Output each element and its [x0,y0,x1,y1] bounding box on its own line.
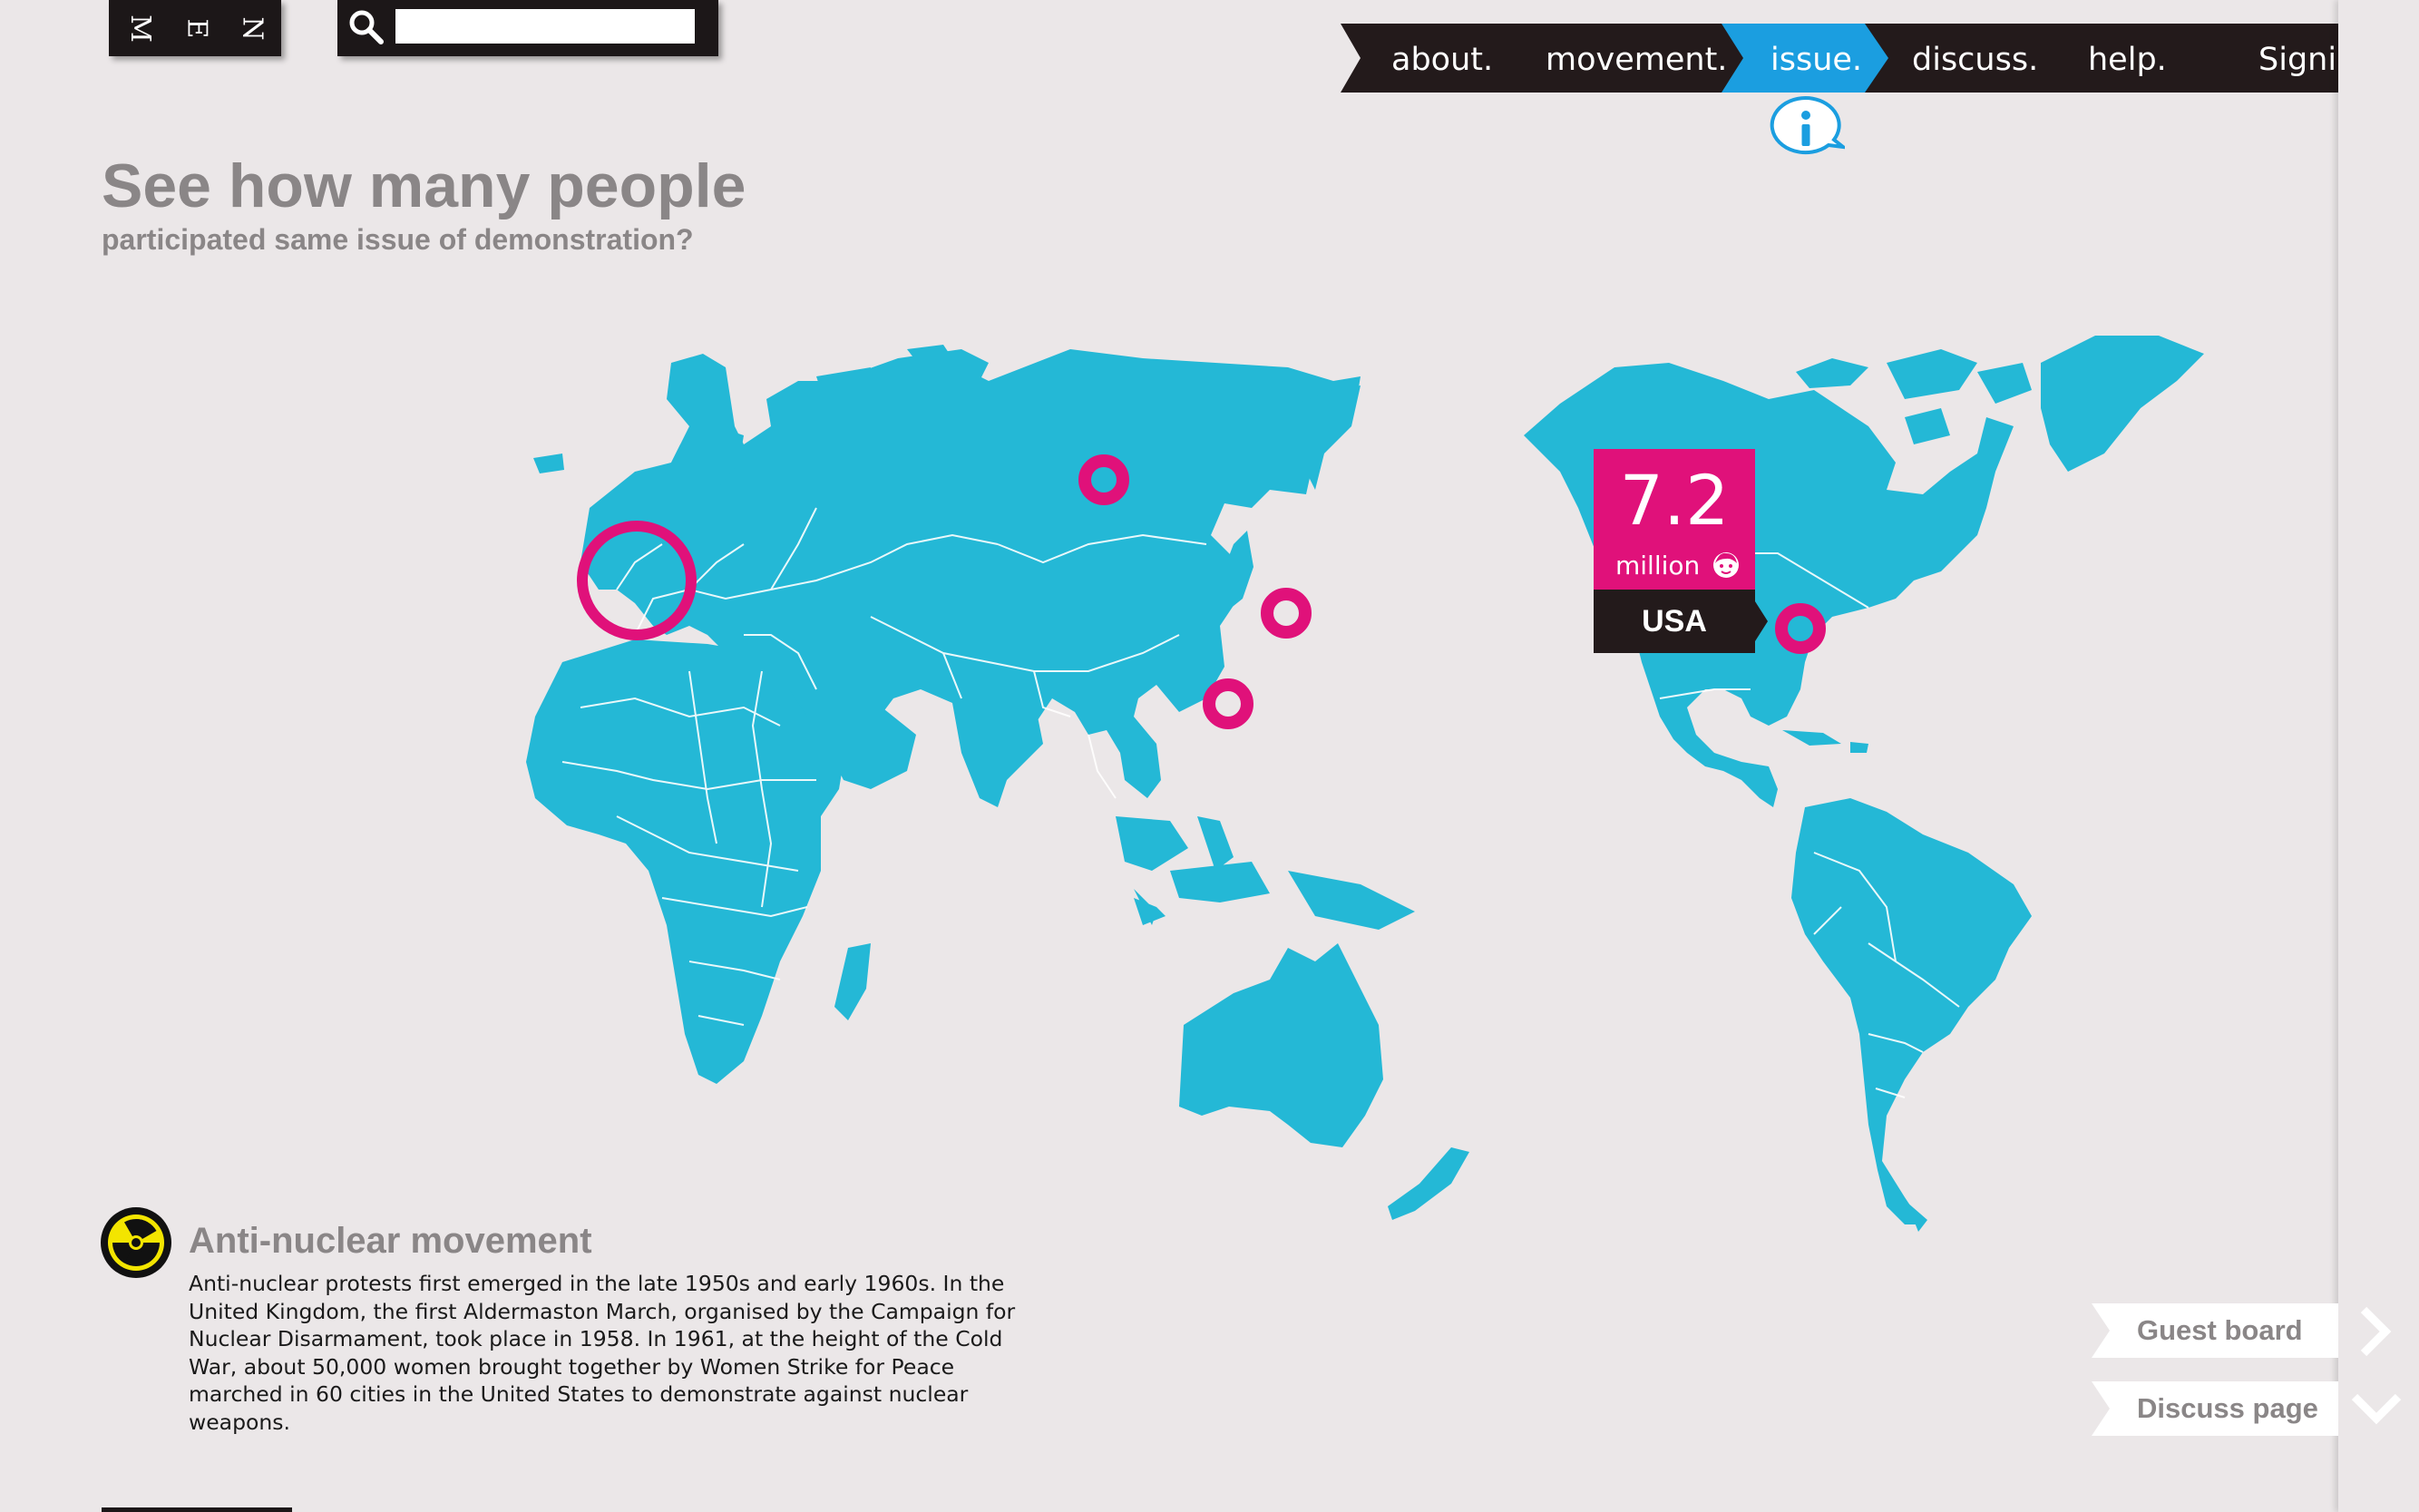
radiation-icon [101,1207,171,1278]
stat-pointer [1755,601,1768,641]
discuss-page-button[interactable]: Discuss page [2092,1381,2338,1436]
movement-description: Anti-nuclear protests first emerged in t… [189,1271,1016,1435]
marker-japan[interactable] [1261,588,1312,639]
child-face-icon [1713,552,1740,578]
right-rail [2338,0,2419,1512]
africa [526,639,844,1084]
stat-value-panel: 7.2 million [1594,449,1755,590]
marker-china[interactable] [1203,678,1253,729]
stat-country-panel: USA [1594,590,1755,653]
stat-country: USA [1642,604,1707,639]
stat-unit-label: million [1615,551,1701,580]
greenland [2041,336,2204,472]
australia [1179,943,1383,1147]
footer-bar [102,1507,292,1512]
south-america [1791,798,2032,1224]
discuss-page-label: Discuss page [2137,1392,2318,1424]
chevron-down-icon[interactable] [2351,1390,2402,1426]
world-map [526,336,2204,1232]
stat-unit: million [1615,551,1741,580]
stat-value: 7.2 [1619,460,1730,541]
guest-board-label: Guest board [2137,1314,2303,1346]
movement-title: Anti-nuclear movement [189,1221,592,1261]
stat-callout: 7.2 million USA [1594,449,1768,660]
guest-board-button[interactable]: Guest board [2092,1303,2338,1358]
india [952,698,1043,807]
chevron-right-icon[interactable] [2356,1306,2393,1357]
